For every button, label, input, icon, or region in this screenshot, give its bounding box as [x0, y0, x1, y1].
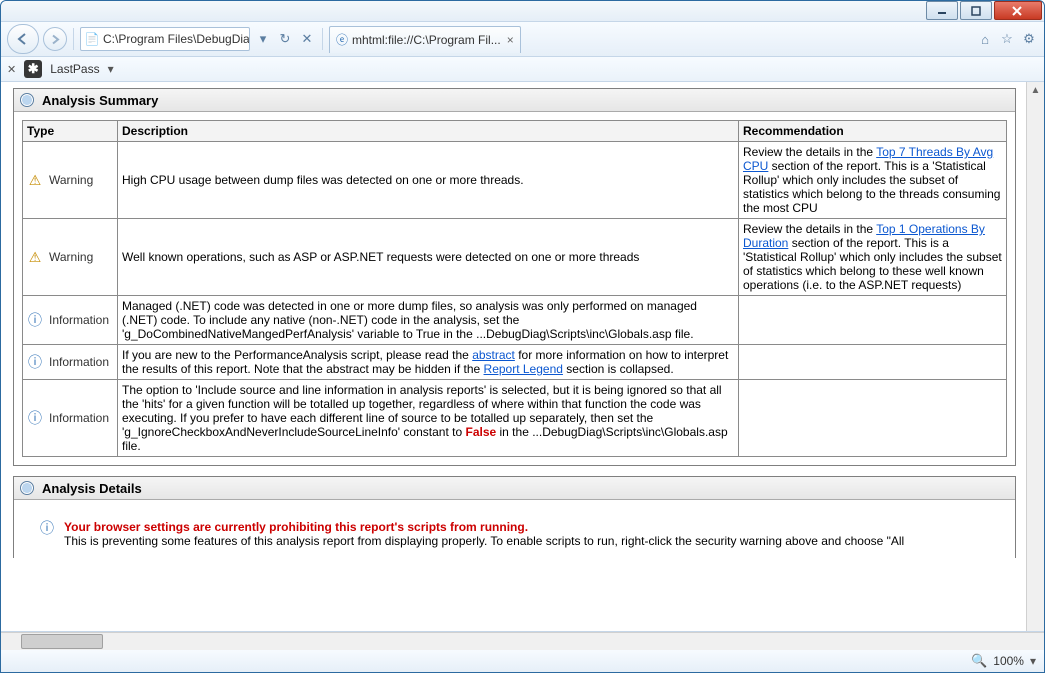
ie-window: 📄 C:\Program Files\DebugDiag\F ▾ ↻ ✕ ⓔ m…	[0, 0, 1045, 673]
analysis-summary-panel: Analysis Summary Type Description Recomm…	[13, 88, 1016, 466]
browser-tab[interactable]: ⓔ mhtml:file://C:\Program Fil... ×	[329, 26, 521, 53]
message-body: This is preventing some features of this…	[64, 534, 1005, 548]
home-icon[interactable]: ⌂	[976, 30, 994, 48]
analysis-details-panel: Analysis Details ⓘ Your browser settings…	[13, 476, 1016, 558]
divider	[73, 28, 74, 50]
desc-cell: If you are new to the PerformanceAnalysi…	[118, 345, 739, 380]
message-title: Your browser settings are currently proh…	[64, 520, 1005, 534]
rec-cell	[739, 296, 1007, 345]
info-icon: ⓘ	[27, 312, 43, 328]
ie-icon: ⓔ	[336, 31, 348, 48]
refresh-icon[interactable]: ↻	[276, 30, 294, 48]
type-label: Warning	[49, 173, 93, 187]
collapse-toggle-icon[interactable]	[20, 481, 34, 495]
desc-cell: Managed (.NET) code was detected in one …	[118, 296, 739, 345]
summary-table: Type Description Recommendation ⚠ Warning…	[22, 120, 1007, 457]
desc-cell: High CPU usage between dump files was de…	[118, 142, 739, 219]
type-label: Information	[49, 313, 109, 327]
address-text: C:\Program Files\DebugDiag\F	[103, 32, 250, 46]
lastpass-label[interactable]: LastPass	[50, 62, 99, 76]
toolbar-close-icon[interactable]: ✕	[7, 63, 16, 76]
dropdown-icon[interactable]: ▾	[254, 30, 272, 48]
info-icon: ⓘ	[39, 520, 55, 536]
tab-title: mhtml:file://C:\Program Fil...	[352, 33, 501, 47]
rec-cell: Review the details in the Top 7 Threads …	[739, 142, 1007, 219]
folder-icon: 📄	[85, 32, 99, 46]
report-legend-link[interactable]: Report Legend	[484, 362, 563, 376]
type-label: Warning	[49, 250, 93, 264]
info-icon: ⓘ	[27, 354, 43, 370]
panel-title: Analysis Summary	[42, 93, 158, 108]
back-button[interactable]	[7, 24, 39, 54]
tools-icon[interactable]: ⚙	[1020, 30, 1038, 48]
zoom-dropdown-icon[interactable]: ▾	[1030, 654, 1036, 668]
table-row: ⓘ Information The option to 'Include sour…	[23, 380, 1007, 457]
address-bar[interactable]: 📄 C:\Program Files\DebugDiag\F	[80, 27, 250, 51]
addon-toolbar: ✕ ✱ LastPass ▾	[1, 57, 1044, 82]
collapse-toggle-icon[interactable]	[20, 93, 34, 107]
type-label: Information	[49, 355, 109, 369]
desc-cell: Well known operations, such as ASP or AS…	[118, 219, 739, 296]
minimize-button[interactable]	[926, 1, 958, 20]
table-row: ⚠ Warning Well known operations, such as …	[23, 219, 1007, 296]
horizontal-scrollbar[interactable]	[1, 632, 1044, 650]
vertical-scrollbar[interactable]: ▲	[1026, 82, 1044, 631]
panel-header[interactable]: Analysis Summary	[14, 89, 1015, 112]
warning-icon: ⚠	[27, 249, 43, 265]
stop-icon[interactable]: ✕	[298, 30, 316, 48]
info-icon: ⓘ	[27, 410, 43, 426]
th-type: Type	[23, 121, 118, 142]
table-row: ⓘ Information Managed (.NET) code was det…	[23, 296, 1007, 345]
lastpass-icon: ✱	[24, 60, 42, 78]
titlebar	[1, 1, 1044, 22]
forward-button[interactable]	[43, 27, 67, 51]
abstract-link[interactable]: abstract	[472, 348, 515, 362]
desc-cell: The option to 'Include source and line i…	[118, 380, 739, 457]
favorites-icon[interactable]: ☆	[998, 30, 1016, 48]
zoom-icon[interactable]: 🔍	[971, 653, 987, 669]
table-row: ⚠ Warning High CPU usage between dump fil…	[23, 142, 1007, 219]
panel-header[interactable]: Analysis Details	[14, 477, 1015, 500]
th-rec: Recommendation	[739, 121, 1007, 142]
rec-cell	[739, 345, 1007, 380]
close-button[interactable]	[994, 1, 1042, 20]
status-bar: 🔍 100% ▾	[1, 650, 1044, 672]
scroll-thumb[interactable]	[21, 634, 103, 649]
page-content: ▲ Analysis Summary Type Description Reco…	[1, 82, 1044, 632]
type-label: Information	[49, 411, 109, 425]
warning-icon: ⚠	[27, 172, 43, 188]
th-desc: Description	[118, 121, 739, 142]
panel-title: Analysis Details	[42, 481, 142, 496]
scroll-up-icon[interactable]: ▲	[1031, 85, 1041, 96]
script-blocked-message: ⓘ Your browser settings are currently pr…	[14, 500, 1015, 558]
maximize-button[interactable]	[960, 1, 992, 20]
lastpass-dropdown-icon[interactable]: ▾	[108, 62, 114, 76]
tab-close-icon[interactable]: ×	[507, 33, 514, 47]
zoom-level[interactable]: 100%	[993, 654, 1024, 668]
table-row: ⓘ Information If you are new to the Perfo…	[23, 345, 1007, 380]
false-literal: False	[465, 425, 496, 439]
rec-cell	[739, 380, 1007, 457]
divider	[322, 28, 323, 50]
rec-cell: Review the details in the Top 1 Operatio…	[739, 219, 1007, 296]
navbar: 📄 C:\Program Files\DebugDiag\F ▾ ↻ ✕ ⓔ m…	[1, 22, 1044, 57]
